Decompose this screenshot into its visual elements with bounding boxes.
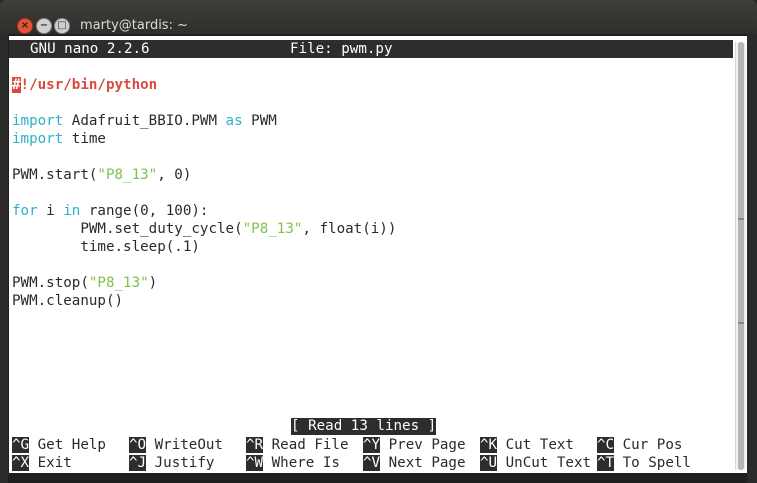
keyword: import [12,131,64,147]
shortcut-to-spell[interactable]: ^T To Spell [597,454,691,472]
shortcut-next-page[interactable]: ^V Next Page [363,454,466,472]
shortcut-label: Read File [263,437,349,453]
close-window-button[interactable]: × [17,18,33,34]
code-line-9[interactable]: PWM.set_duty_cycle("P8_13", float(i)) [12,220,396,238]
shortcut-label: UnCut Text [497,455,592,471]
nano-header-bar: GNU nano 2.2.6 File: pwm.py [9,40,733,58]
shortcut-label: Next Page [380,455,466,471]
maximize-window-button[interactable]: □ [54,18,70,34]
code-text: range(0, 100): [80,203,209,219]
keyword: as [225,113,243,129]
scrollbar-marker [738,322,744,324]
shortcut-justify[interactable]: ^J Justify [129,454,214,472]
code-line-4[interactable]: import time [12,130,106,148]
shortcut-key: ^G [12,437,30,453]
code-text: ) [148,275,158,291]
shortcut-prev-page[interactable]: ^Y Prev Page [363,436,466,454]
shortcut-cur-pos[interactable]: ^C Cur Pos [597,436,682,454]
nano-version: GNU nano 2.2.6 [30,41,150,57]
shortcut-read-file[interactable]: ^R Read File [246,436,349,454]
code-text: PWM.cleanup() [12,293,124,309]
window-title: marty@tardis: ~ [80,18,188,33]
status-message: [ Read 13 lines ] [291,418,437,435]
code-text: PWM.set_duty_cycle( [12,221,243,237]
shortcut-key: ^X [12,455,30,471]
code-text: PWM.start( [12,167,98,183]
shortcut-key: ^R [246,437,264,453]
shortcut-label: Prev Page [380,437,466,453]
shortcut-key: ^O [129,437,147,453]
minimize-window-button[interactable]: − [36,18,52,34]
keyword: for [12,203,38,219]
shortcut-exit[interactable]: ^X Exit [12,454,72,472]
vertical-scrollbar[interactable] [735,42,746,470]
shortcut-key: ^Y [363,437,381,453]
scrollbar-thumb[interactable] [738,42,744,470]
string-literal: "P8_13" [97,167,158,183]
code-line-1[interactable]: #!/usr/bin/python [12,76,157,94]
shebang-text: !/usr/bin/python [20,77,158,93]
shortcut-label: To Spell [614,455,691,471]
desktop-background-right [747,0,757,483]
terminal-area[interactable]: GNU nano 2.2.6 File: pwm.py #!/usr/bin/p… [9,36,747,473]
string-literal: "P8_13" [242,221,303,237]
scrollbar-marker [738,218,744,220]
shortcut-label: Cur Pos [614,437,683,453]
code-line-6[interactable]: PWM.start("P8_13", 0) [12,166,191,184]
string-literal: "P8_13" [88,275,149,291]
keyword: in [63,203,81,219]
shortcut-key: ^K [480,437,498,453]
shortcut-key: ^V [363,455,381,471]
shortcut-where-is[interactable]: ^W Where Is [246,454,340,472]
code-text: i [37,203,64,219]
code-line-10[interactable]: time.sleep(.1) [12,238,200,256]
shortcut-label: Exit [29,455,72,471]
code-text: PWM.stop( [12,275,89,291]
code-text: time [63,131,106,147]
shortcut-key: ^C [597,437,615,453]
shortcut-label: Where Is [263,455,340,471]
shortcut-label: Cut Text [497,437,574,453]
shortcut-key: ^J [129,455,147,471]
shortcut-writeout[interactable]: ^O WriteOut [129,436,223,454]
shortcut-label: WriteOut [146,437,223,453]
code-line-3[interactable]: import Adafruit_BBIO.PWM as PWM [12,112,277,130]
keyword: import [12,113,64,129]
code-text: PWM [242,113,277,129]
text-cursor: # [12,77,21,93]
shortcut-key: ^W [246,455,264,471]
code-text: Adafruit_BBIO.PWM [63,113,226,129]
shortcut-uncut-text[interactable]: ^U UnCut Text [480,454,591,472]
shortcut-label: Justify [146,455,215,471]
desktop-background-left [0,0,8,483]
code-text: time.sleep(.1) [12,239,200,255]
code-line-13[interactable]: PWM.cleanup() [12,292,123,310]
window-titlebar[interactable]: × − □ marty@tardis: ~ [0,0,757,34]
code-text: , float(i)) [302,221,397,237]
shortcut-key: ^U [480,455,498,471]
code-line-8[interactable]: for i in range(0, 100): [12,202,208,220]
code-line-12[interactable]: PWM.stop("P8_13") [12,274,157,292]
shortcut-cut-text[interactable]: ^K Cut Text [480,436,574,454]
shortcut-key: ^T [597,455,615,471]
shortcut-get-help[interactable]: ^G Get Help [12,436,106,454]
nano-file-name: File: pwm.py [290,41,393,57]
shortcut-label: Get Help [29,437,106,453]
code-text: , 0) [157,167,192,183]
